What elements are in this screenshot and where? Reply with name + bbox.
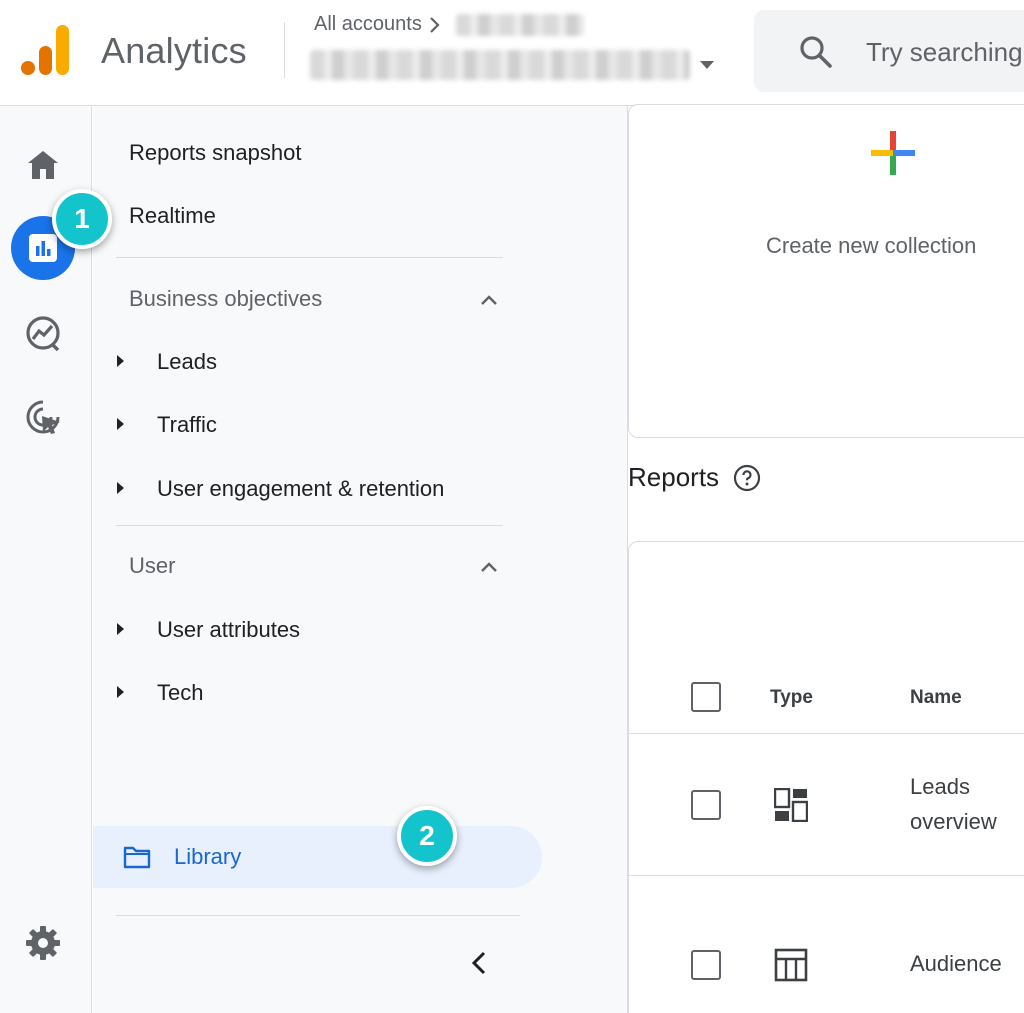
search-bar[interactable] xyxy=(754,10,1024,92)
row-divider xyxy=(629,733,1024,734)
bar-chart-icon xyxy=(29,234,57,262)
help-icon[interactable] xyxy=(733,464,761,492)
plus-icon xyxy=(871,131,915,175)
section-divider xyxy=(116,257,503,258)
report-name-line1[interactable]: Audience xyxy=(910,946,1002,981)
breadcrumb[interactable]: All accounts xyxy=(314,13,584,36)
expand-arrow-icon[interactable] xyxy=(117,686,124,698)
breadcrumb-root[interactable]: All accounts xyxy=(314,13,422,36)
create-collection-label: Create new collection xyxy=(766,233,977,258)
property-name-redacted xyxy=(310,50,690,80)
nav-traffic[interactable]: Traffic xyxy=(157,412,217,438)
expand-arrow-icon[interactable] xyxy=(117,355,124,367)
home-icon[interactable] xyxy=(20,142,66,188)
chevron-up-icon[interactable] xyxy=(479,557,499,577)
overview-icon xyxy=(774,788,808,822)
property-selector[interactable] xyxy=(310,50,714,80)
reports-side-panel: Reports snapshot Realtime Business objec… xyxy=(93,106,628,1013)
nav-user-engagement-retention[interactable]: User engagement & retention xyxy=(157,476,444,502)
library-label: Library xyxy=(174,844,242,869)
chevron-right-icon xyxy=(430,16,440,33)
reports-title: Reports xyxy=(628,462,720,492)
select-all-checkbox[interactable] xyxy=(691,682,721,712)
dropdown-arrow-icon xyxy=(700,61,714,69)
reports-table: Type Name Leads overview Audience xyxy=(628,541,1024,1013)
analytics-logo-icon[interactable] xyxy=(20,24,70,76)
column-header-name[interactable]: Name xyxy=(910,687,962,709)
search-icon xyxy=(800,36,832,68)
explore-icon[interactable] xyxy=(20,310,66,356)
account-name-redacted xyxy=(455,13,584,36)
step-badge-2: 2 xyxy=(397,806,457,866)
report-name-line1[interactable]: Leads xyxy=(910,769,970,804)
section-business-objectives[interactable]: Business objectives xyxy=(129,286,322,312)
nav-leads[interactable]: Leads xyxy=(157,349,217,375)
row-divider xyxy=(629,875,1024,876)
product-name: Analytics xyxy=(101,30,247,71)
column-header-type[interactable]: Type xyxy=(770,687,813,709)
gear-icon[interactable] xyxy=(20,920,66,966)
nav-user-attributes[interactable]: User attributes xyxy=(157,617,300,643)
advertising-icon[interactable] xyxy=(20,394,66,440)
row-checkbox[interactable] xyxy=(691,790,721,820)
top-header: Analytics All accounts xyxy=(0,0,1024,106)
expand-arrow-icon[interactable] xyxy=(117,482,124,494)
chevron-left-icon[interactable] xyxy=(465,948,495,978)
section-divider xyxy=(116,915,520,916)
nav-tech[interactable]: Tech xyxy=(157,680,203,706)
create-collection-card[interactable]: Create new collection xyxy=(628,104,1024,438)
folder-icon xyxy=(123,846,151,869)
expand-arrow-icon[interactable] xyxy=(117,623,124,635)
main-content: Create new collection Reports Type Name … xyxy=(628,104,1024,1013)
section-user[interactable]: User xyxy=(129,553,175,579)
row-checkbox[interactable] xyxy=(691,950,721,980)
detail-report-icon xyxy=(774,948,808,982)
reports-heading: Reports xyxy=(628,462,761,493)
nav-reports-snapshot[interactable]: Reports snapshot xyxy=(129,140,301,166)
section-divider xyxy=(116,525,503,526)
header-divider xyxy=(284,22,285,78)
search-input[interactable] xyxy=(866,32,1024,72)
report-name-line2[interactable]: overview xyxy=(910,804,997,839)
chevron-up-icon[interactable] xyxy=(479,290,499,310)
nav-library[interactable]: Library xyxy=(93,826,542,888)
step-badge-1: 1 xyxy=(52,189,112,249)
expand-arrow-icon[interactable] xyxy=(117,418,124,430)
nav-realtime[interactable]: Realtime xyxy=(129,203,216,229)
